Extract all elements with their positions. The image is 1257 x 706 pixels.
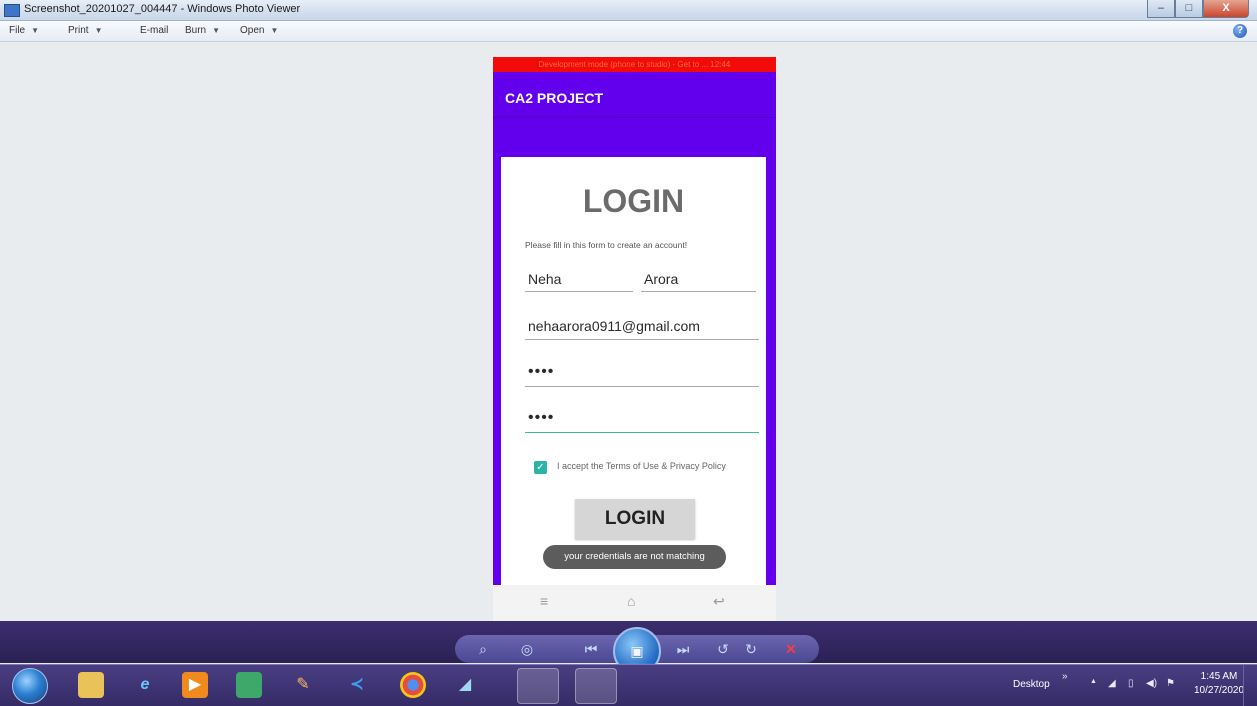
phone-screenshot: Development mode (phone to studio) - Get… [493,57,776,625]
menu-print-label: Print [68,25,89,36]
window-title: Screenshot_20201027_004447 - Windows Pho… [24,3,301,15]
form-subtitle: Please fill in this form to create an ac… [525,240,688,250]
back-icon[interactable]: ↩ [713,593,725,610]
first-name-field[interactable]: Neha [525,270,633,292]
checkmark-icon: ✓ [536,462,545,473]
minimize-button[interactable]: – [1147,0,1175,18]
menu-email[interactable]: E-mail [140,25,168,36]
menu-print[interactable]: Print ▼ [68,25,102,36]
toolbar-chevron-icon[interactable]: » [1062,671,1068,682]
clock-time: 1:45 AM [1200,671,1238,682]
menu-email-label: E-mail [140,25,169,36]
clock[interactable]: 1:45 AM 10/27/2020 [1194,670,1244,698]
chrome-icon[interactable] [400,672,426,698]
login-button[interactable]: LOGIN [575,499,695,539]
volume-icon[interactable]: ◀) [1146,678,1157,689]
photo-viewer-taskbar-icon[interactable] [575,668,617,704]
chevron-down-icon: ▼ [212,26,221,35]
network-icon[interactable]: ◢ [1108,678,1116,689]
chrome-active-icon[interactable] [517,668,559,704]
notes-app-icon[interactable]: ◢ [452,672,478,698]
menu-open[interactable]: Open ▼ [240,25,278,36]
login-card: LOGIN Please fill in this form to create… [501,157,766,597]
menu-file[interactable]: File ▼ [9,25,39,36]
terms-checkbox[interactable]: ✓ [534,461,547,474]
zoom-icon[interactable]: ⌕ [469,635,497,663]
last-name-field[interactable]: Arora [641,270,756,292]
show-desktop-button[interactable] [1243,665,1257,706]
vscode-icon[interactable]: ≺ [344,672,370,698]
previous-icon[interactable]: ⏮ [571,635,611,663]
menu-bar: File ▼ Print ▼ E-mail Burn ▼ Open ▼ ? [0,21,1257,42]
rotate-ccw-icon[interactable]: ↺ [711,635,735,663]
chevron-down-icon: ▼ [270,26,279,35]
home-icon[interactable]: ⌂ [627,593,635,609]
menu-burn-label: Burn [185,25,207,36]
app-title: CA2 PROJECT [505,90,604,106]
taskbar: e ▶ ✎ ≺ ◢ Desktop » ▲ ◢ ▯ ◀) ⚑ 1:45 AM 1… [0,664,1257,706]
android-nav-bar: ≡ ⌂ ↩ [493,585,776,625]
media-player-icon[interactable]: ▶ [182,672,208,698]
clock-date: 10/27/2020 [1194,685,1245,696]
password-field[interactable]: •••• [525,364,759,387]
maximize-button[interactable]: □ [1175,0,1203,18]
start-button[interactable] [12,668,48,704]
title-bar: Screenshot_20201027_004447 - Windows Pho… [0,0,1257,21]
android-studio-icon[interactable] [236,672,262,698]
menu-icon[interactable]: ≡ [540,593,548,609]
help-icon[interactable]: ? [1233,24,1247,38]
tray-expand-icon[interactable]: ▲ [1090,678,1097,685]
appbar-divider [493,117,776,118]
file-explorer-icon[interactable] [78,672,104,698]
dev-mode-strip: Development mode (phone to studio) - Get… [493,57,776,72]
confirm-password-field[interactable]: •••• [525,410,759,433]
photo-viewer-icon [4,4,20,17]
window-controls: – □ X [1147,0,1249,18]
menu-burn[interactable]: Burn ▼ [185,25,220,36]
delete-icon[interactable]: ✕ [777,635,805,663]
next-icon[interactable]: ⏭ [663,635,703,663]
rotate-cw-icon[interactable]: ↻ [739,635,763,663]
menu-open-label: Open [240,25,265,36]
chevron-down-icon: ▼ [94,26,103,35]
internet-explorer-icon[interactable]: e [132,672,158,698]
menu-file-label: File [9,25,26,36]
email-field[interactable]: nehaarora0911@gmail.com [525,317,759,340]
paint-icon[interactable]: ✎ [290,672,316,698]
terms-label: I accept the Terms of Use & Privacy Poli… [557,461,726,471]
login-heading: LOGIN [582,183,685,219]
close-button[interactable]: X [1203,0,1249,18]
action-center-icon[interactable]: ⚑ [1166,678,1175,689]
chevron-down-icon: ▼ [31,26,40,35]
error-toast: your credentials are not matching [543,545,726,569]
desktop-toolbar-label[interactable]: Desktop [1013,679,1050,690]
battery-icon[interactable]: ▯ [1128,678,1134,689]
actual-size-icon[interactable]: ◎ [513,635,541,663]
viewer-controls: ⌕ ◎ ⏮ ▣ ⏭ ↺ ↻ ✕ [455,627,819,675]
